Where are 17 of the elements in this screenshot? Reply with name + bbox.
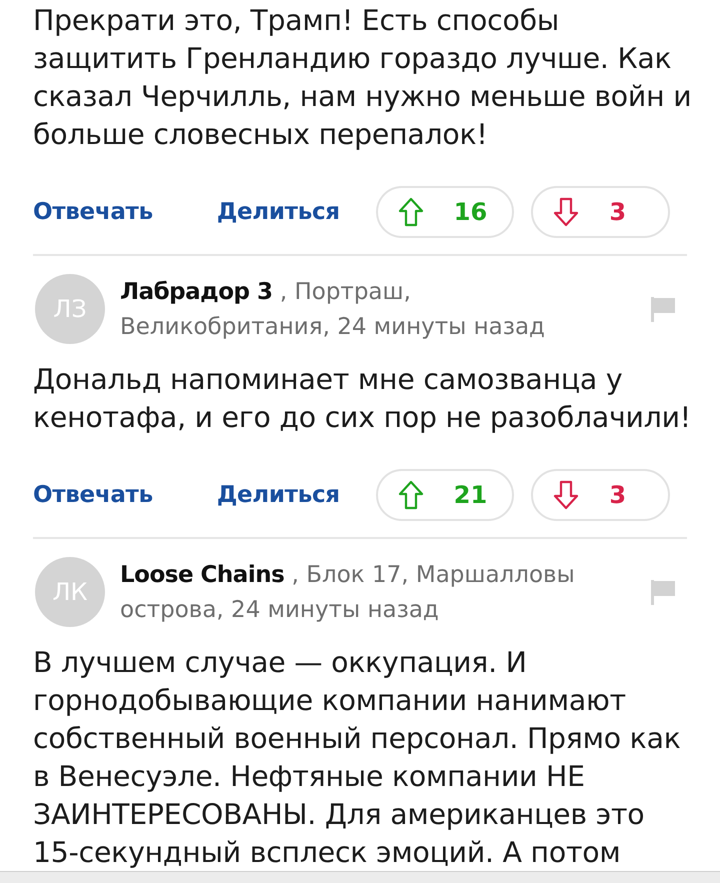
flag-icon[interactable]: [650, 579, 676, 605]
comment-text: Дональд напоминает мне самозванца у кенотафа, и его до сих пор не разоблачили!: [32, 362, 692, 436]
share-link[interactable]: Делиться: [216, 199, 340, 225]
down-arrow-icon: [553, 197, 580, 227]
up-arrow-icon: [398, 197, 424, 227]
reply-link[interactable]: Отвечать: [33, 482, 153, 508]
downvote-button[interactable]: 3: [531, 469, 670, 521]
comment-text: Прекрати это, Трамп! Есть способы защитить Гренландию гораздо лучше. Как сказал Черчилль, нам нужно меньше войн и больше словесных перепалок!: [32, 3, 692, 153]
up-arrow-icon: [398, 480, 424, 510]
reply-link[interactable]: Отвечать: [33, 199, 153, 225]
down-arrow-icon: [553, 480, 580, 510]
share-link[interactable]: Делиться: [216, 482, 340, 508]
comment-author-info: Loose Chains , Блок 17, Маршалловы острова, 24 минуты назад: [120, 561, 576, 625]
flag-icon[interactable]: [650, 296, 676, 322]
comment-text: В лучшем случае — оккупация. И горнодобывающие компании нанимают собственный военный персонал. Прямо как в Венесуэле. Нефтяные компании НЕ ЗАИНТЕРЕСОВАНЫ. Для американцев это 15-секундный всплеск эмоций. А потом: [32, 645, 682, 871]
comment-author-info: Лабрадор 3 , Портраш, Великобритания, 24 минуты назад: [120, 278, 546, 342]
downvote-button[interactable]: 3: [531, 186, 670, 238]
